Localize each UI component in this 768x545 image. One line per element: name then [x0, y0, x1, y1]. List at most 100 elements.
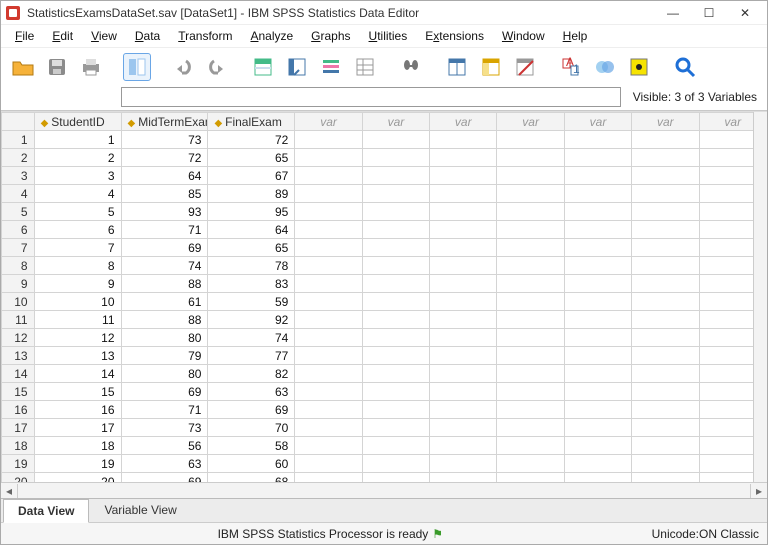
cell-empty[interactable]	[430, 149, 497, 167]
cell[interactable]: 72	[121, 149, 208, 167]
cell-empty[interactable]	[497, 347, 564, 365]
cell-empty[interactable]	[632, 347, 699, 365]
cell-empty[interactable]	[497, 401, 564, 419]
row-header[interactable]: 17	[2, 419, 35, 437]
open-icon[interactable]	[9, 53, 37, 81]
cell-empty[interactable]	[564, 329, 631, 347]
cell[interactable]: 63	[208, 383, 295, 401]
scroll-right-icon[interactable]: ▸	[751, 484, 767, 498]
cell-empty[interactable]	[564, 149, 631, 167]
cell-empty[interactable]	[632, 473, 699, 483]
col-header-empty[interactable]: var	[564, 113, 631, 131]
corner-cell[interactable]	[2, 113, 35, 131]
cell[interactable]: 85	[121, 185, 208, 203]
cell-empty[interactable]	[430, 455, 497, 473]
cell-empty[interactable]	[362, 473, 429, 483]
cell[interactable]: 4	[34, 185, 121, 203]
maximize-button[interactable]: ☐	[691, 2, 727, 24]
cell-empty[interactable]	[632, 185, 699, 203]
cell[interactable]: 20	[34, 473, 121, 483]
cell-empty[interactable]	[295, 401, 362, 419]
cell[interactable]: 69	[121, 239, 208, 257]
cell[interactable]: 10	[34, 293, 121, 311]
row-header[interactable]: 12	[2, 329, 35, 347]
row-header[interactable]: 2	[2, 149, 35, 167]
cell-empty[interactable]	[362, 149, 429, 167]
cell[interactable]: 7	[34, 239, 121, 257]
cell[interactable]: 64	[121, 167, 208, 185]
cell[interactable]: 9	[34, 275, 121, 293]
cell[interactable]: 88	[121, 311, 208, 329]
row-header[interactable]: 19	[2, 455, 35, 473]
cell-empty[interactable]	[362, 221, 429, 239]
cell[interactable]: 88	[121, 275, 208, 293]
menu-transform[interactable]: Transform	[170, 27, 240, 45]
cell-empty[interactable]	[497, 203, 564, 221]
cell-empty[interactable]	[295, 419, 362, 437]
cell-empty[interactable]	[362, 239, 429, 257]
goto-input[interactable]	[121, 87, 621, 107]
cell[interactable]: 68	[208, 473, 295, 483]
find-icon[interactable]	[397, 53, 425, 81]
goto-variable-icon[interactable]	[283, 53, 311, 81]
cell-empty[interactable]	[430, 203, 497, 221]
cell-empty[interactable]	[362, 311, 429, 329]
cell-empty[interactable]	[295, 347, 362, 365]
cell[interactable]: 3	[34, 167, 121, 185]
cell-empty[interactable]	[564, 293, 631, 311]
cell-empty[interactable]	[497, 221, 564, 239]
cell-empty[interactable]	[497, 149, 564, 167]
split-file-icon[interactable]	[443, 53, 471, 81]
redo-icon[interactable]	[203, 53, 231, 81]
cell-empty[interactable]	[430, 311, 497, 329]
cell-empty[interactable]	[564, 203, 631, 221]
col-header-empty[interactable]: var	[632, 113, 699, 131]
row-header[interactable]: 10	[2, 293, 35, 311]
cell-empty[interactable]	[497, 437, 564, 455]
menu-data[interactable]: Data	[127, 27, 168, 45]
cell-empty[interactable]	[295, 257, 362, 275]
cell[interactable]: 5	[34, 203, 121, 221]
cell[interactable]: 93	[121, 203, 208, 221]
cell-empty[interactable]	[362, 401, 429, 419]
save-icon[interactable]	[43, 53, 71, 81]
cell-empty[interactable]	[430, 473, 497, 483]
cell[interactable]: 73	[121, 131, 208, 149]
cell[interactable]: 18	[34, 437, 121, 455]
col-header-empty[interactable]: var	[295, 113, 362, 131]
row-header[interactable]: 15	[2, 383, 35, 401]
cell-empty[interactable]	[564, 185, 631, 203]
use-sets-icon[interactable]	[591, 53, 619, 81]
row-header[interactable]: 14	[2, 365, 35, 383]
cell-empty[interactable]	[430, 275, 497, 293]
cell-empty[interactable]	[497, 455, 564, 473]
cell[interactable]: 72	[208, 131, 295, 149]
cell-empty[interactable]	[564, 383, 631, 401]
cell-empty[interactable]	[497, 473, 564, 483]
cell[interactable]: 78	[208, 257, 295, 275]
col-header-studentid[interactable]: ◆StudentID	[34, 113, 121, 131]
cell[interactable]: 59	[208, 293, 295, 311]
cell-empty[interactable]	[430, 347, 497, 365]
row-header[interactable]: 4	[2, 185, 35, 203]
run-descriptives-icon[interactable]	[351, 53, 379, 81]
cell[interactable]: 77	[208, 347, 295, 365]
cell-empty[interactable]	[430, 293, 497, 311]
cell-empty[interactable]	[632, 167, 699, 185]
cell-empty[interactable]	[632, 293, 699, 311]
cell-empty[interactable]	[362, 293, 429, 311]
cell-empty[interactable]	[564, 167, 631, 185]
cell-empty[interactable]	[295, 275, 362, 293]
cell-empty[interactable]	[497, 275, 564, 293]
cell-empty[interactable]	[295, 221, 362, 239]
row-header[interactable]: 11	[2, 311, 35, 329]
search-icon[interactable]	[671, 53, 699, 81]
menu-edit[interactable]: Edit	[44, 27, 81, 45]
menu-utilities[interactable]: Utilities	[361, 27, 416, 45]
cell-empty[interactable]	[362, 383, 429, 401]
menu-file[interactable]: File	[7, 27, 42, 45]
cell-empty[interactable]	[295, 365, 362, 383]
cell[interactable]: 11	[34, 311, 121, 329]
cell-empty[interactable]	[632, 401, 699, 419]
cell[interactable]: 61	[121, 293, 208, 311]
